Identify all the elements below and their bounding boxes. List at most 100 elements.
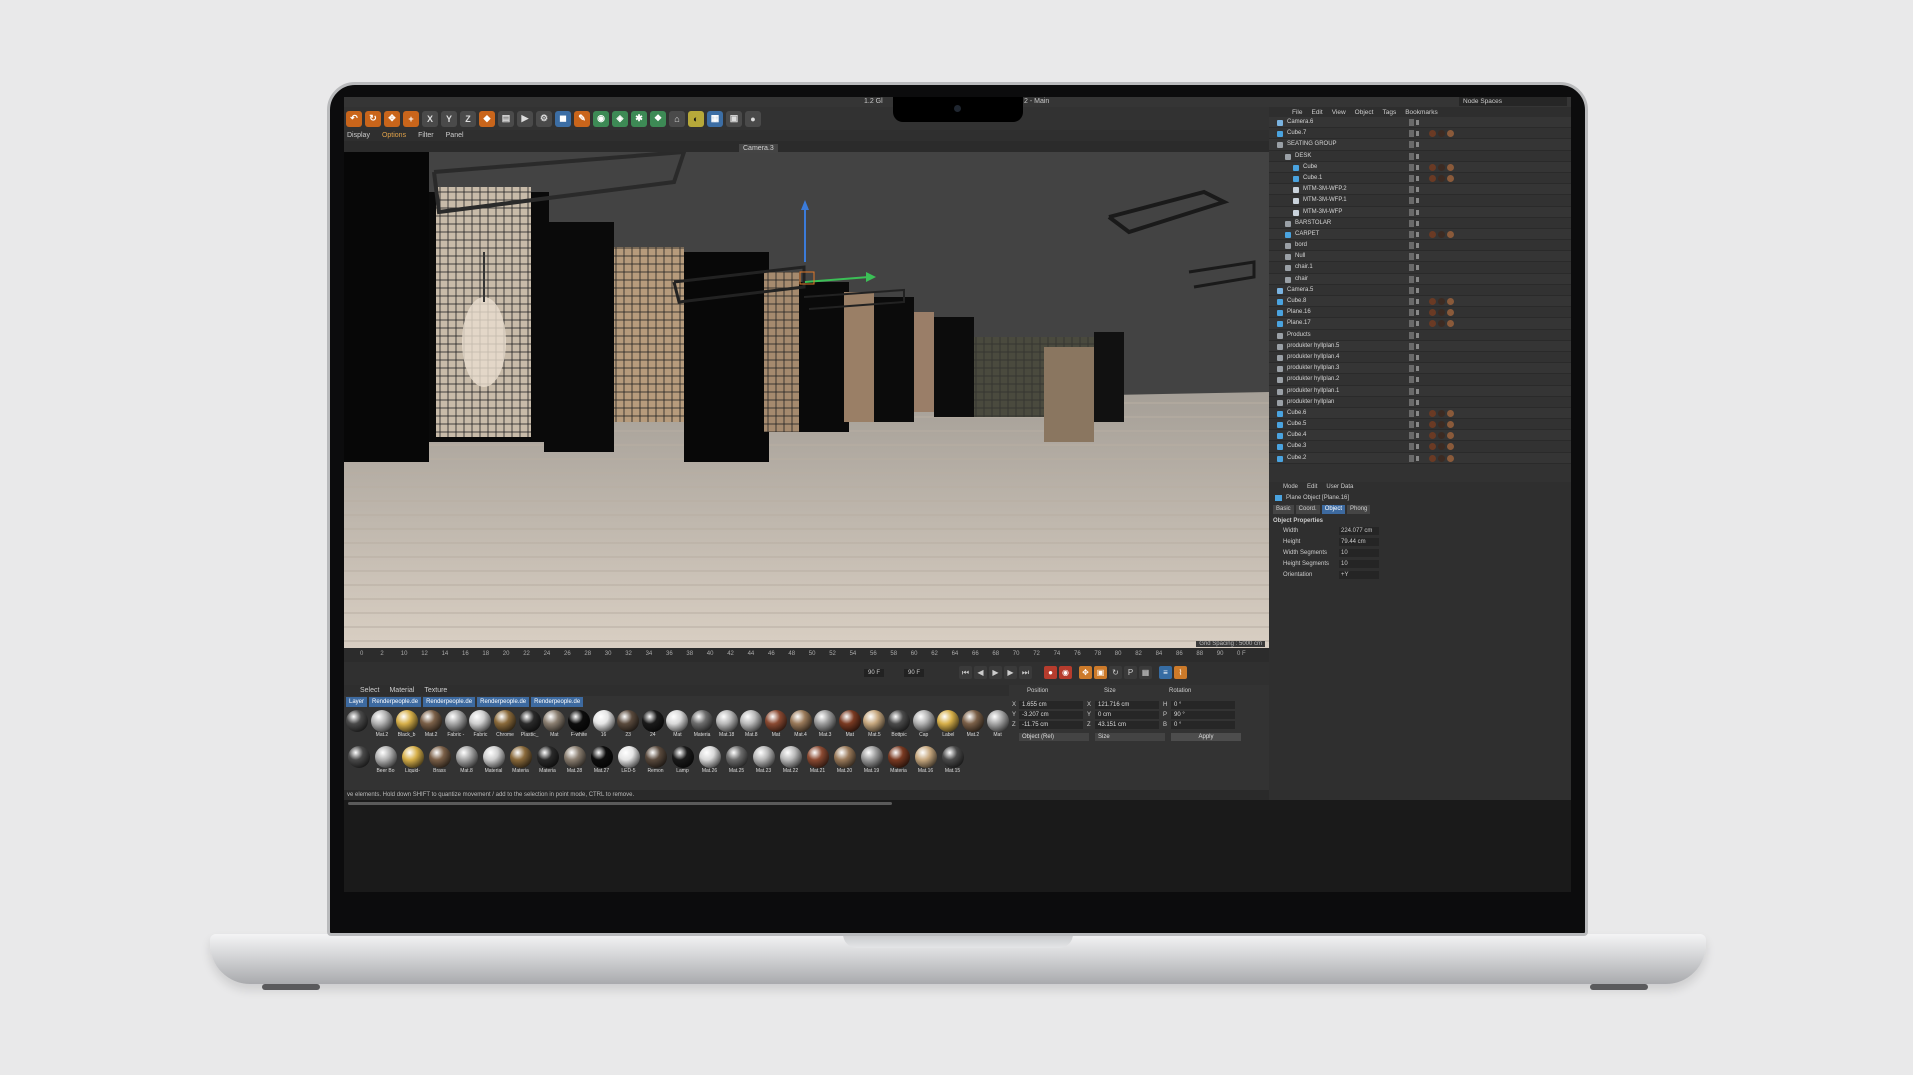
render-toggle[interactable] xyxy=(1416,276,1419,282)
material-swatch[interactable]: Mat.4 xyxy=(789,710,812,743)
render-view-icon[interactable]: ▶ xyxy=(517,110,533,127)
visibility-toggle[interactable] xyxy=(1409,298,1414,305)
object-row[interactable]: produkter hyllplan.4 xyxy=(1269,352,1571,364)
scale-tool-icon[interactable]: + xyxy=(403,110,419,127)
visibility-toggle[interactable] xyxy=(1409,320,1414,328)
visibility-toggle[interactable] xyxy=(1409,387,1414,395)
render-toggle[interactable] xyxy=(1416,433,1419,439)
node-spaces-dropdown[interactable]: Node Spaces xyxy=(1459,97,1567,106)
render-toggle[interactable] xyxy=(1416,388,1419,394)
om-menu-edit[interactable]: Edit xyxy=(1311,109,1322,116)
camera-icon[interactable]: ▣ xyxy=(726,110,742,127)
material-swatch[interactable]: Mat.23 xyxy=(751,746,776,779)
object-row[interactable]: Cube.7 xyxy=(1269,128,1571,140)
material-layer-tab[interactable]: Renderpeople.de xyxy=(369,697,422,707)
material-swatch[interactable]: Mat.3 xyxy=(814,710,837,743)
visibility-toggle[interactable] xyxy=(1409,365,1414,373)
visibility-toggle[interactable] xyxy=(1409,342,1414,350)
material-swatch[interactable]: Mat.18 xyxy=(715,710,738,743)
om-menu-view[interactable]: View xyxy=(1332,109,1346,116)
material-tag-icon[interactable] xyxy=(1438,309,1445,317)
property-value-field[interactable]: 10 xyxy=(1339,560,1379,568)
om-menu-file[interactable]: File xyxy=(1292,109,1302,116)
material-swatch[interactable]: Mat xyxy=(838,710,862,743)
object-row[interactable]: Cube xyxy=(1269,161,1571,173)
viewport-menu-display[interactable]: Display xyxy=(347,132,370,139)
material-swatch[interactable]: Mat xyxy=(986,710,1009,743)
material-layer-tab[interactable]: Renderpeople.de xyxy=(423,697,476,707)
size-z-field[interactable]: 43.151 cm xyxy=(1095,721,1159,729)
fcurve-icon[interactable]: ⌇ xyxy=(1174,666,1187,679)
render-toggle[interactable] xyxy=(1416,444,1419,450)
visibility-toggle[interactable] xyxy=(1409,376,1414,384)
render-toggle[interactable] xyxy=(1416,265,1419,271)
visibility-toggle[interactable] xyxy=(1409,163,1414,171)
camera-dropdown[interactable]: Camera.3 xyxy=(739,144,778,153)
material-swatch[interactable]: Mat.19 xyxy=(859,746,884,779)
object-row[interactable]: produkter hyllplan.1 xyxy=(1269,385,1571,397)
visibility-toggle[interactable] xyxy=(1409,443,1414,451)
material-tag-icon[interactable] xyxy=(1429,174,1436,182)
object-row[interactable]: Camera.5 xyxy=(1269,285,1571,296)
object-row[interactable]: Cube.2 xyxy=(1269,452,1571,464)
visibility-toggle[interactable] xyxy=(1409,454,1414,462)
visibility-toggle[interactable] xyxy=(1409,253,1414,261)
material-tag-icon[interactable] xyxy=(1429,230,1436,238)
visibility-toggle[interactable] xyxy=(1409,152,1414,160)
visibility-toggle[interactable] xyxy=(1409,286,1414,294)
object-row[interactable]: produkter hyllplan.2 xyxy=(1269,374,1571,386)
render-toggle[interactable] xyxy=(1416,332,1419,338)
material-swatch[interactable] xyxy=(346,746,371,779)
material-swatch[interactable]: Materia xyxy=(691,710,714,743)
render-toggle[interactable] xyxy=(1416,455,1419,461)
redo-icon[interactable]: ↻ xyxy=(365,110,381,127)
material-swatch[interactable]: Mat xyxy=(666,710,689,743)
rotation-h-field[interactable]: 0 ° xyxy=(1171,701,1235,709)
material-swatch[interactable]: Mat xyxy=(764,710,788,743)
move-tool-icon[interactable]: ✥ xyxy=(384,110,400,127)
generator-icon[interactable]: ◈ xyxy=(612,110,628,127)
render-toggle[interactable] xyxy=(1416,366,1419,372)
visibility-toggle[interactable] xyxy=(1409,242,1414,250)
material-swatch[interactable]: Plastic_ xyxy=(518,710,541,743)
material-swatch[interactable]: Beer Bo xyxy=(373,746,398,779)
object-row[interactable]: Cube.1 xyxy=(1269,173,1571,185)
property-value-field[interactable]: 10 xyxy=(1339,549,1379,557)
render-toggle[interactable] xyxy=(1416,131,1419,137)
render-toggle[interactable] xyxy=(1416,209,1419,215)
object-row[interactable]: Products xyxy=(1269,330,1571,341)
material-tag-icon[interactable] xyxy=(1438,421,1445,429)
material-swatch[interactable]: Material xyxy=(481,746,506,779)
object-row[interactable]: produkter hyllplan xyxy=(1269,397,1571,408)
material-swatch[interactable]: Mat.2 xyxy=(961,710,985,743)
object-row[interactable]: Cube.8 xyxy=(1269,296,1571,308)
property-value-field[interactable]: 224.077 cm xyxy=(1339,527,1379,535)
visibility-toggle[interactable] xyxy=(1409,230,1414,238)
object-row[interactable]: Cube.3 xyxy=(1269,441,1571,453)
visibility-toggle[interactable] xyxy=(1409,186,1414,194)
play-icon[interactable]: ▶ xyxy=(989,666,1002,679)
material-swatch[interactable]: Mat.20 xyxy=(832,746,857,779)
go-to-end-icon[interactable]: ⏭ xyxy=(1019,666,1032,679)
material-swatch[interactable]: Mat.2 xyxy=(370,710,394,743)
cloner-icon[interactable]: ✱ xyxy=(631,110,647,127)
axis-y-button[interactable]: Y xyxy=(441,110,457,127)
material-tag-icon[interactable] xyxy=(1447,298,1454,305)
material-swatch[interactable]: Materia xyxy=(535,746,560,779)
material-tag-icon[interactable] xyxy=(1429,409,1436,417)
material-menu-texture[interactable]: Texture xyxy=(424,687,447,694)
object-row[interactable]: Cube.5 xyxy=(1269,419,1571,431)
visibility-toggle[interactable] xyxy=(1409,141,1414,149)
material-swatch[interactable]: 23 xyxy=(617,710,640,743)
key-param-icon[interactable]: P xyxy=(1124,666,1137,679)
material-tag-icon[interactable] xyxy=(1447,174,1454,182)
position-y-field[interactable]: -3.207 cm xyxy=(1019,711,1083,719)
render-toggle[interactable] xyxy=(1416,231,1419,237)
visibility-toggle[interactable] xyxy=(1409,421,1414,429)
material-tag-icon[interactable] xyxy=(1447,432,1454,440)
material-swatch[interactable]: Mat.26 xyxy=(697,746,722,779)
material-swatch[interactable]: Mat.27 xyxy=(589,746,614,779)
mograph-icon[interactable]: ❖ xyxy=(650,110,666,127)
object-row[interactable]: bord xyxy=(1269,240,1571,252)
render-toggle[interactable] xyxy=(1416,164,1419,170)
